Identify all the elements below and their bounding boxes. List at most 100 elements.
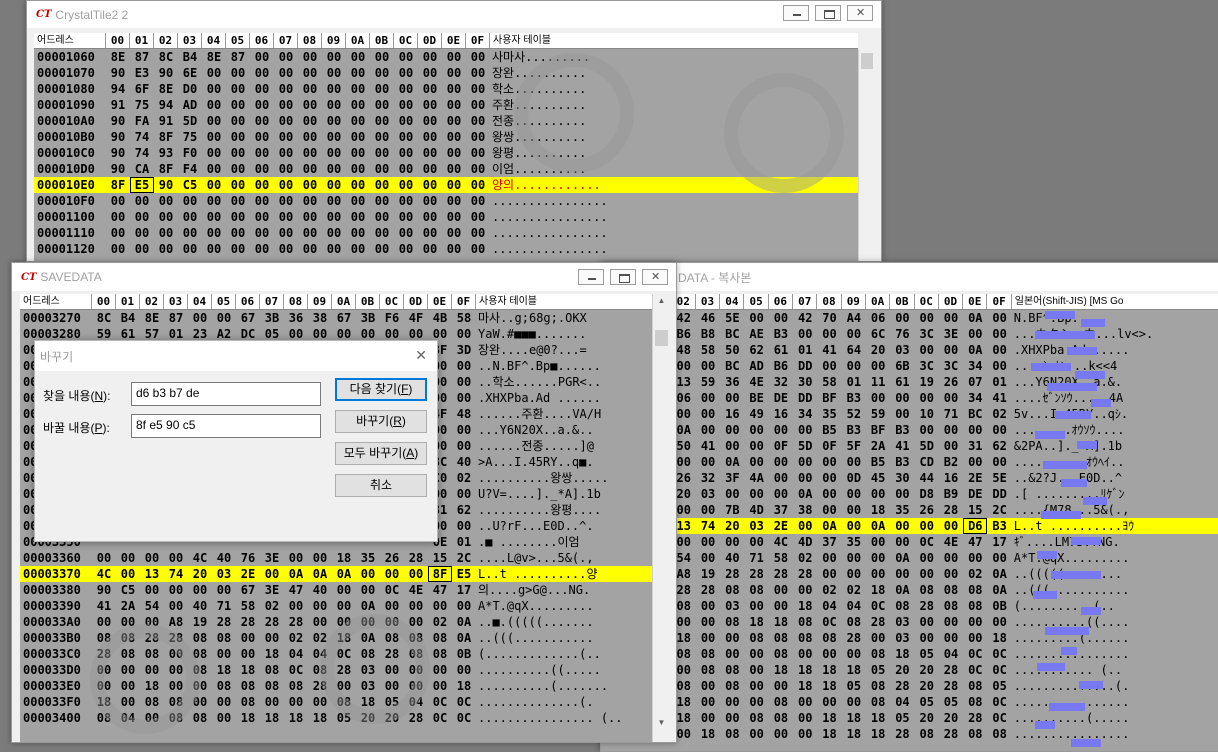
hex-byte[interactable]: 00: [106, 225, 130, 241]
hex-byte[interactable]: 00: [274, 241, 298, 257]
hex-byte[interactable]: 00: [793, 726, 817, 742]
hex-byte[interactable]: 17: [987, 534, 1011, 550]
hex-byte[interactable]: 00: [466, 97, 490, 113]
hex-byte[interactable]: 00: [154, 193, 178, 209]
hex-byte[interactable]: 37: [769, 502, 793, 518]
hex-byte[interactable]: 3E: [939, 326, 963, 342]
hex-byte[interactable]: 28: [890, 726, 914, 742]
hex-byte[interactable]: 00: [452, 662, 476, 678]
hex-byte[interactable]: 08: [188, 630, 212, 646]
hex-byte[interactable]: 00: [466, 145, 490, 161]
hex-byte[interactable]: 08: [720, 678, 744, 694]
hex-byte[interactable]: 00: [442, 129, 466, 145]
hex-byte[interactable]: 00: [212, 646, 236, 662]
hex-byte[interactable]: 00: [394, 113, 418, 129]
hex-byte[interactable]: 00: [428, 598, 452, 614]
hex-byte[interactable]: DD: [793, 390, 817, 406]
hex-byte[interactable]: 00: [744, 310, 768, 326]
hex-byte[interactable]: 18: [842, 662, 866, 678]
hex-byte[interactable]: 00: [130, 241, 154, 257]
hex-byte[interactable]: 34: [963, 358, 987, 374]
hex-row[interactable]: 00003380 90 C5 00 00 00 00 67 3E 47 40 00 00 0C 4E 47 17…: [20, 582, 652, 598]
hex-byte[interactable]: 28: [720, 566, 744, 582]
hex-byte[interactable]: 91: [154, 113, 178, 129]
hex-byte[interactable]: 4C: [188, 550, 212, 566]
hex-byte[interactable]: 00: [842, 454, 866, 470]
hex-byte[interactable]: 0C: [987, 710, 1011, 726]
hex-byte[interactable]: 00: [202, 177, 226, 193]
hex-byte[interactable]: 04: [842, 598, 866, 614]
hex-byte[interactable]: 00: [394, 129, 418, 145]
hex-byte[interactable]: 0A: [332, 566, 356, 582]
hex-byte[interactable]: 00: [696, 550, 720, 566]
hex-byte[interactable]: 00: [322, 97, 346, 113]
hex-byte[interactable]: 02: [793, 550, 817, 566]
hex-byte[interactable]: 00: [226, 113, 250, 129]
hex-byte[interactable]: 00: [130, 209, 154, 225]
hex-byte[interactable]: 08: [260, 662, 284, 678]
hex-byte[interactable]: E5: [452, 566, 476, 582]
hex-byte[interactable]: F4: [178, 161, 202, 177]
hex-byte[interactable]: 00: [963, 550, 987, 566]
hex-byte[interactable]: 94: [154, 97, 178, 113]
hex-byte[interactable]: 00: [939, 566, 963, 582]
hex-byte[interactable]: 3C: [915, 326, 939, 342]
hex-byte[interactable]: 28: [915, 598, 939, 614]
hex-byte[interactable]: 8E: [140, 310, 164, 326]
hex-byte[interactable]: 08: [720, 582, 744, 598]
hex-byte[interactable]: 90: [106, 129, 130, 145]
hex-byte[interactable]: 08: [963, 726, 987, 742]
hex-byte[interactable]: 00: [842, 518, 866, 534]
hex-byte[interactable]: 48: [452, 406, 476, 422]
hex-byte[interactable]: 00: [346, 209, 370, 225]
hex-byte[interactable]: A8: [164, 614, 188, 630]
hex-byte[interactable]: 18: [308, 710, 332, 726]
hex-byte[interactable]: 01: [452, 534, 476, 550]
hex-byte[interactable]: 00: [720, 694, 744, 710]
hex-byte[interactable]: 6F: [130, 81, 154, 97]
hex-byte[interactable]: 00: [793, 582, 817, 598]
hex-byte[interactable]: 00: [817, 470, 841, 486]
hex-byte[interactable]: 2C: [452, 550, 476, 566]
hex-byte[interactable]: 00: [720, 630, 744, 646]
hex-byte[interactable]: 0A: [963, 342, 987, 358]
hex-byte[interactable]: 00: [418, 161, 442, 177]
hex-byte[interactable]: 90: [106, 65, 130, 81]
hex-byte[interactable]: 00: [130, 193, 154, 209]
maximize-icon[interactable]: [815, 5, 841, 21]
hex-byte[interactable]: 00: [250, 65, 274, 81]
hex-byte[interactable]: 8E: [202, 49, 226, 65]
hex-byte[interactable]: 67: [236, 310, 260, 326]
hex-byte[interactable]: 28: [404, 550, 428, 566]
hex-byte[interactable]: 08: [866, 646, 890, 662]
hex-byte[interactable]: 93: [154, 145, 178, 161]
hex-byte[interactable]: B3: [890, 422, 914, 438]
hex-byte[interactable]: 08: [769, 630, 793, 646]
hex-byte[interactable]: 00: [696, 390, 720, 406]
hex-byte[interactable]: 5F: [842, 438, 866, 454]
hex-byte[interactable]: 18: [793, 678, 817, 694]
hex-byte[interactable]: 00: [284, 598, 308, 614]
hex-byte[interactable]: 4E: [744, 374, 768, 390]
hex-byte[interactable]: 03: [890, 630, 914, 646]
hex-byte[interactable]: 18: [793, 662, 817, 678]
hex-byte[interactable]: 05: [890, 710, 914, 726]
hex-byte[interactable]: 00: [744, 662, 768, 678]
hex-byte[interactable]: 10: [915, 406, 939, 422]
hex-byte[interactable]: 16: [939, 470, 963, 486]
hex-byte[interactable]: 00: [356, 566, 380, 582]
hex-byte[interactable]: BC: [963, 406, 987, 422]
hex-byte[interactable]: 00: [202, 129, 226, 145]
hex-byte[interactable]: 0C: [987, 662, 1011, 678]
hex-byte[interactable]: 2E: [769, 518, 793, 534]
hex-byte[interactable]: 00: [370, 49, 394, 65]
hex-byte[interactable]: 00: [466, 177, 490, 193]
hex-byte[interactable]: 8F: [154, 161, 178, 177]
hex-byte[interactable]: 00: [154, 209, 178, 225]
hex-byte[interactable]: 08: [963, 598, 987, 614]
hex-byte[interactable]: 5D: [915, 438, 939, 454]
hex-byte[interactable]: B2: [939, 454, 963, 470]
hex-byte[interactable]: 08: [793, 630, 817, 646]
hex-byte[interactable]: 00: [842, 566, 866, 582]
hex-byte[interactable]: 8F: [106, 177, 130, 193]
